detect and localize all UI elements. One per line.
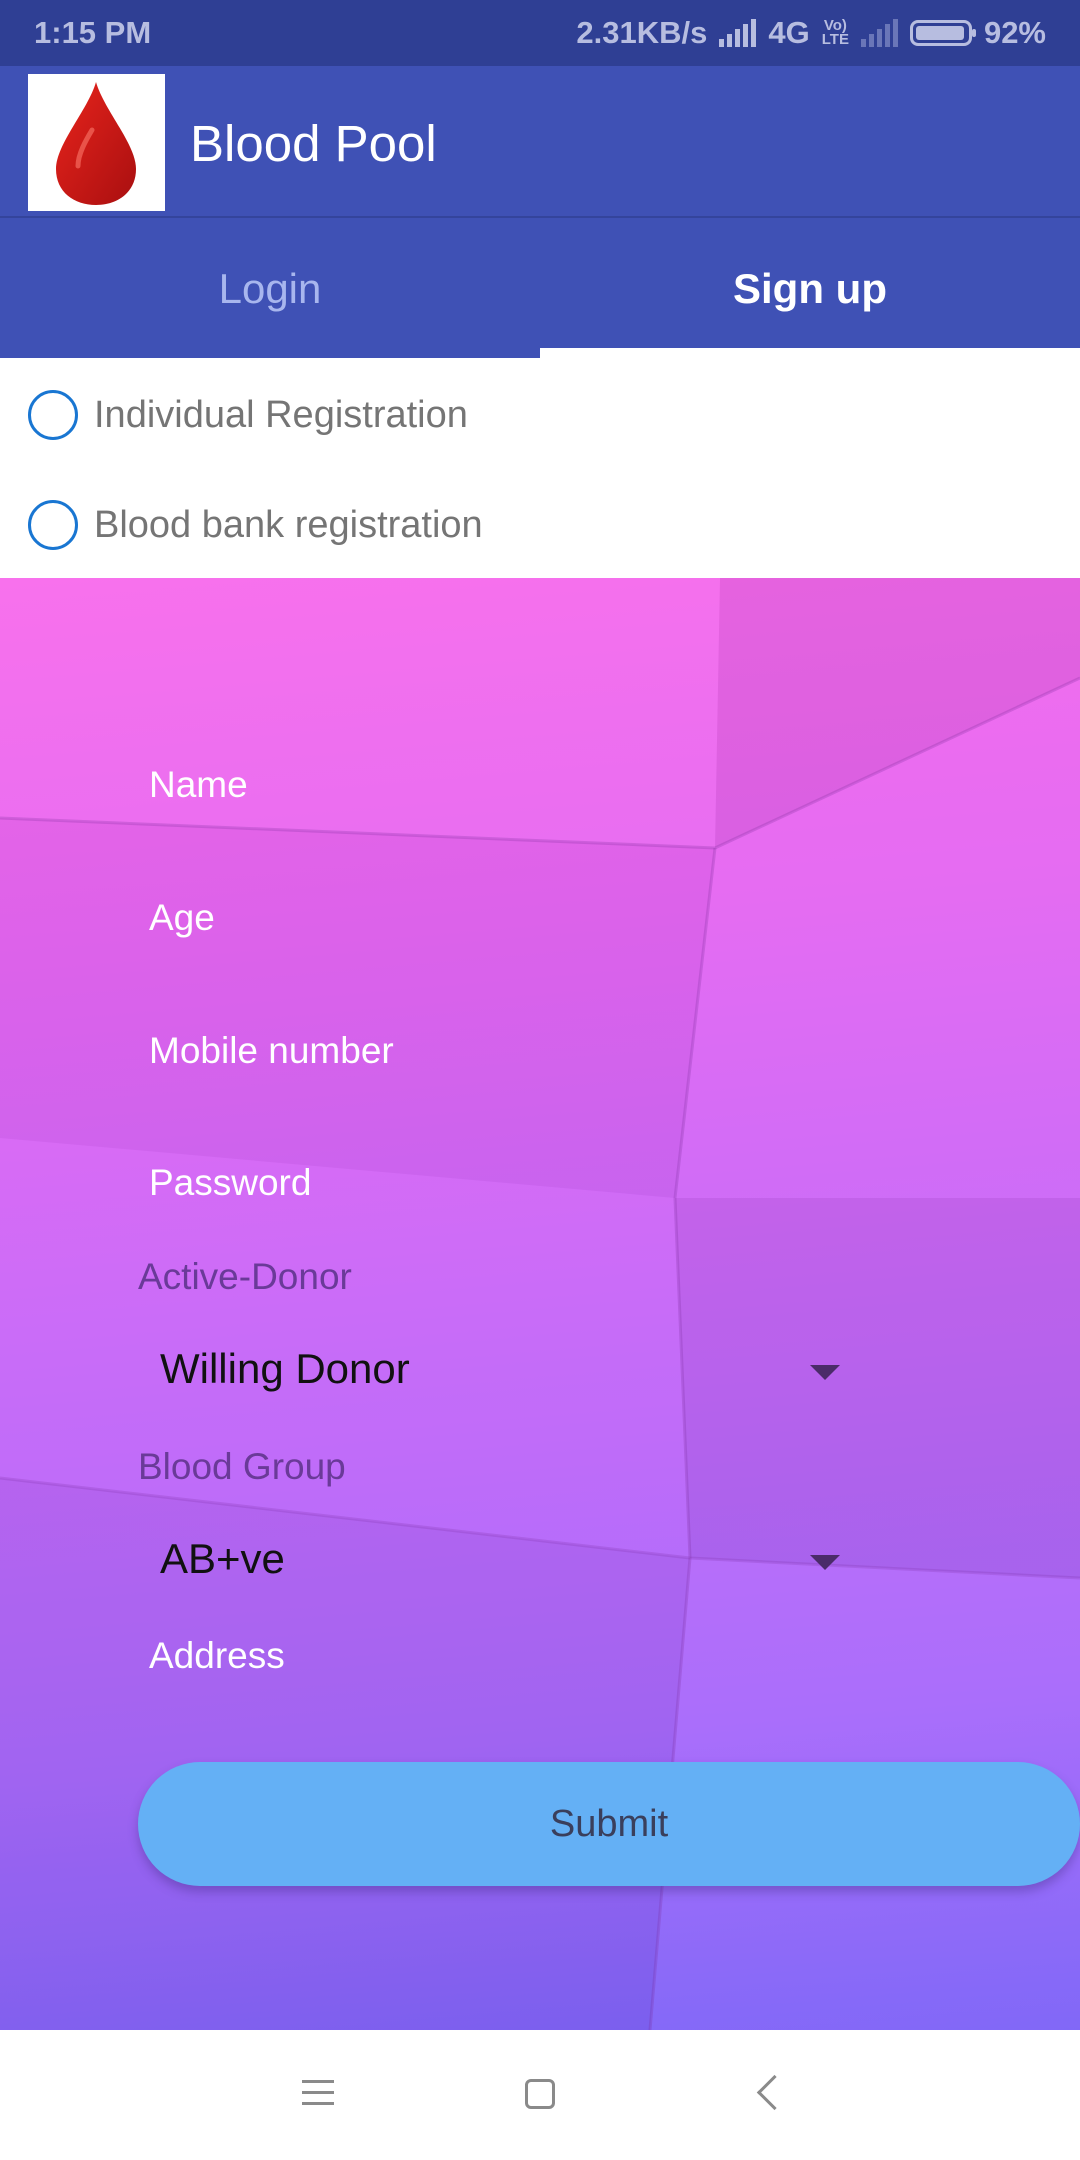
app-title: Blood Pool (190, 115, 437, 172)
blood-group-label: Blood Group (138, 1446, 346, 1487)
status-indicators: 2.31KB/s 4G Vo) LTE 92% (576, 15, 1046, 51)
name-input[interactable]: Name (149, 764, 248, 806)
registration-type-group: Individual Registration Blood bank regis… (0, 358, 1080, 578)
address-input[interactable]: Address (149, 1635, 285, 1677)
age-input[interactable]: Age (149, 897, 215, 939)
back-chevron-icon[interactable] (756, 2074, 793, 2111)
battery-icon (909, 20, 976, 46)
radio-individual-registration[interactable]: Individual Registration (28, 385, 468, 445)
blood-group-dropdown[interactable]: AB+ve (138, 1521, 858, 1601)
radio-button-icon[interactable] (28, 390, 78, 440)
blood-group-value: AB+ve (160, 1535, 285, 1582)
active-donor-value: Willing Donor (160, 1345, 410, 1392)
signal-icon (719, 19, 757, 47)
menu-icon[interactable] (302, 2080, 334, 2113)
blood-drop-icon (56, 82, 136, 205)
signal-weak-icon (860, 19, 898, 47)
radio-label: Blood bank registration (94, 503, 483, 546)
app-bar: Blood Pool (0, 66, 1080, 218)
home-square-icon[interactable] (525, 2079, 555, 2109)
tab-signup[interactable]: Sign up (540, 218, 1080, 358)
submit-button[interactable]: Submit (138, 1762, 1080, 1886)
active-donor-label: Active-Donor (138, 1256, 352, 1297)
status-bar: 1:15 PM 2.31KB/s 4G Vo) LTE 92% (0, 0, 1080, 66)
auth-tabs: Login Sign up (0, 218, 1080, 358)
battery-level: 92% (983, 15, 1046, 50)
radio-blood-bank-registration[interactable]: Blood bank registration (28, 495, 483, 555)
system-nav-bar (0, 2030, 1080, 2160)
network-speed: 2.31KB/s (576, 15, 708, 50)
tab-login[interactable]: Login (0, 218, 540, 358)
volte-icon: Vo) LTE (821, 17, 849, 48)
tab-indicator (540, 348, 1080, 358)
active-donor-dropdown[interactable]: Willing Donor (138, 1331, 858, 1411)
radio-button-icon[interactable] (28, 500, 78, 550)
password-input[interactable]: Password (149, 1162, 311, 1204)
status-time: 1:15 PM (34, 15, 152, 50)
radio-label: Individual Registration (94, 393, 468, 436)
network-type: 4G (768, 15, 810, 50)
dropdown-arrow-icon (810, 1555, 840, 1570)
mobile-number-input[interactable]: Mobile number (149, 1030, 394, 1072)
dropdown-arrow-icon (810, 1365, 840, 1380)
signup-form: Name Age Mobile number Password Active-D… (0, 578, 1080, 2030)
app-logo (28, 74, 165, 211)
